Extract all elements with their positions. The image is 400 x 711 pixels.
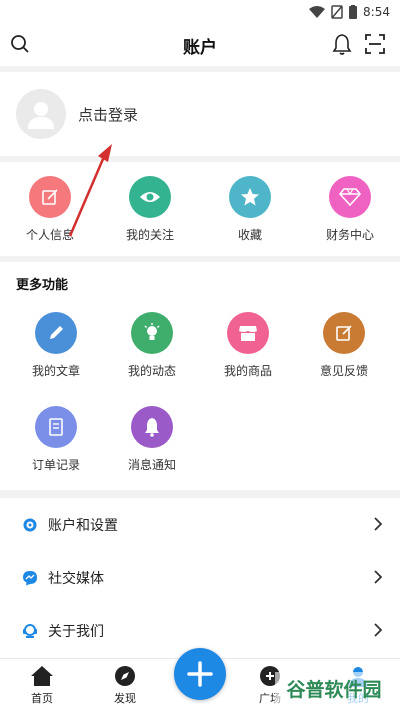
support-icon <box>23 623 37 638</box>
tab-label: 发现 <box>114 692 136 705</box>
quick-action-label: 个人信息 <box>25 228 74 242</box>
quick-action-favorites[interactable]: 收藏 <box>200 162 300 256</box>
notification-bell-icon[interactable] <box>332 33 352 55</box>
menu-item-label: 账户和设置 <box>48 517 118 534</box>
quick-action-profile[interactable]: 个人信息 <box>0 162 100 256</box>
feature-label: 我的文章 <box>31 364 80 378</box>
feature-my-products[interactable]: 我的商品 <box>200 312 296 406</box>
pencil-icon <box>35 312 77 354</box>
status-time: 8:54 <box>363 5 390 19</box>
feature-notifications[interactable]: 消息通知 <box>104 406 200 500</box>
plus-icon <box>187 661 213 687</box>
bell-icon <box>131 406 173 448</box>
feature-my-articles[interactable]: 我的文章 <box>8 312 104 406</box>
eye-icon <box>129 176 171 218</box>
features-grid: 我的文章 我的动态 我的商品 意见反馈 订单记录 消息通知 <box>0 312 400 500</box>
feedback-icon <box>323 312 365 354</box>
avatar[interactable] <box>16 89 66 139</box>
quick-action-label: 我的关注 <box>125 228 174 242</box>
lightbulb-icon <box>131 312 173 354</box>
menu-item-label: 社交媒体 <box>48 570 104 587</box>
edit-icon <box>29 176 71 218</box>
menu-item-label: 关于我们 <box>48 623 104 640</box>
home-icon <box>31 666 53 686</box>
chevron-right-icon <box>374 623 382 637</box>
feature-feedback[interactable]: 意见反馈 <box>296 312 392 406</box>
login-link[interactable]: 点击登录 <box>78 104 138 125</box>
wifi-icon <box>309 6 326 18</box>
app-header: 账户 <box>0 24 400 66</box>
quick-action-following[interactable]: 我的关注 <box>100 162 200 256</box>
feature-order-history[interactable]: 订单记录 <box>8 406 104 500</box>
gear-icon <box>23 518 37 531</box>
feature-my-activity[interactable]: 我的动态 <box>104 312 200 406</box>
section-title: 更多功能 <box>16 278 69 293</box>
feature-label: 我的动态 <box>127 364 176 378</box>
menu-item-account-settings[interactable]: 账户和设置 <box>0 498 400 551</box>
battery-icon <box>349 5 358 19</box>
document-icon <box>35 406 77 448</box>
tab-label: 首页 <box>31 692 53 705</box>
watermark-text: 谷普软件园 <box>286 678 382 701</box>
quick-action-finance[interactable]: 财务中心 <box>300 162 400 256</box>
add-button[interactable] <box>174 648 226 700</box>
quick-actions: 个人信息 我的关注 收藏 财务中心 <box>0 162 400 256</box>
feature-label: 意见反馈 <box>319 364 368 378</box>
page-title: 账户 <box>183 37 217 58</box>
chevron-right-icon <box>374 570 382 584</box>
tab-discover[interactable]: 发现 <box>95 665 155 706</box>
messenger-icon <box>23 570 37 585</box>
feature-label: 订单记录 <box>31 458 80 472</box>
menu-item-social-media[interactable]: 社交媒体 <box>0 551 400 604</box>
more-features-section: 更多功能 我的文章 我的动态 我的商品 意见反馈 订单记录 消息通知 <box>0 262 400 490</box>
compass-icon <box>115 666 135 686</box>
no-sim-icon <box>331 5 343 19</box>
settings-menu: 账户和设置 社交媒体 关于我们 <box>0 498 400 658</box>
star-icon <box>229 176 271 218</box>
search-icon[interactable] <box>10 34 30 54</box>
diamond-icon <box>329 176 371 218</box>
feature-label: 消息通知 <box>127 458 176 472</box>
tab-home[interactable]: 首页 <box>12 665 72 706</box>
scan-icon[interactable] <box>364 33 386 55</box>
watermark: 谷普软件园 <box>275 672 393 704</box>
chevron-right-icon <box>374 517 382 531</box>
user-placeholder-icon <box>28 102 54 129</box>
quick-action-label: 财务中心 <box>325 228 374 242</box>
store-icon <box>227 312 269 354</box>
quick-action-label: 收藏 <box>237 228 262 242</box>
login-card[interactable]: 点击登录 <box>0 72 400 156</box>
feature-label: 我的商品 <box>223 364 272 378</box>
status-bar: 8:54 <box>0 0 400 24</box>
